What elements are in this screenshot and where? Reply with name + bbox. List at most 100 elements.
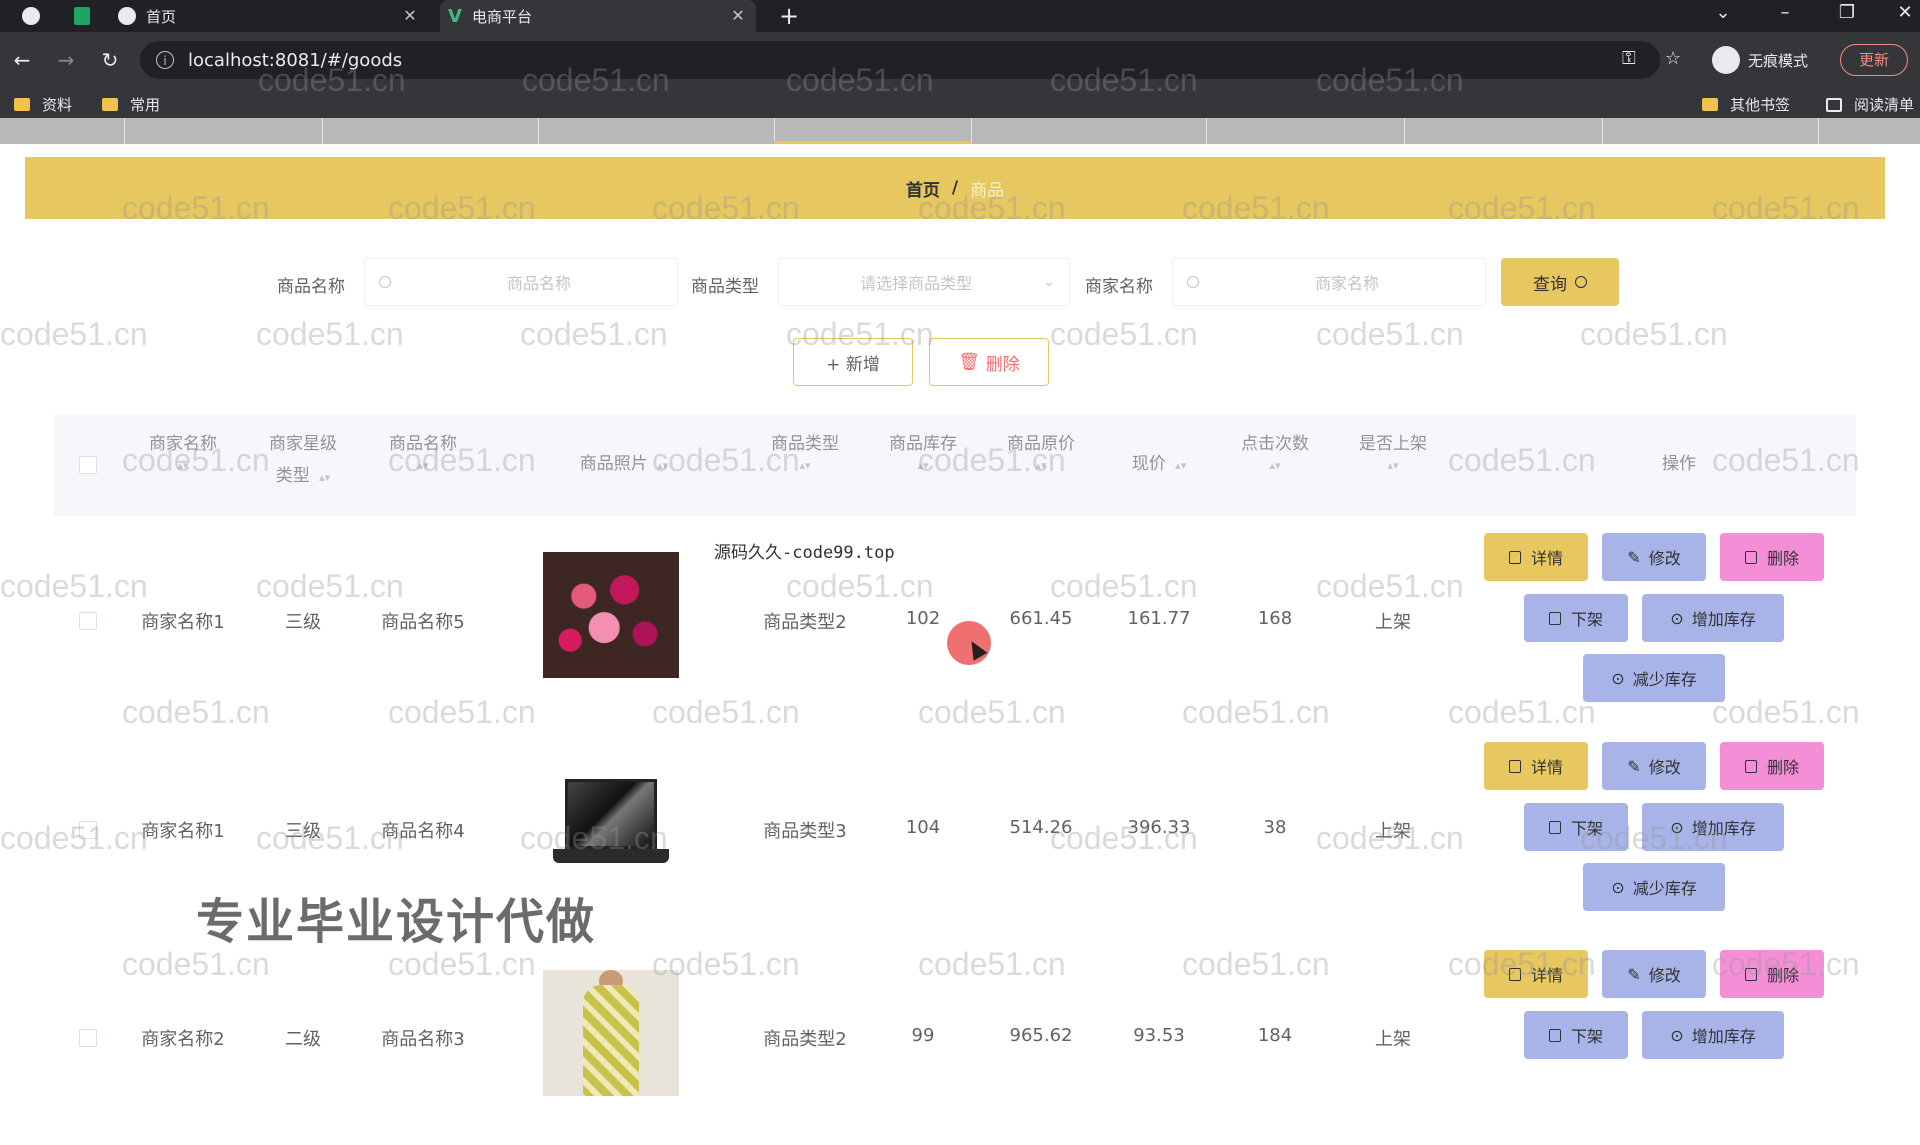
sort-icon[interactable]: ▴▾ [128, 460, 238, 472]
url-input[interactable]: i localhost:8081/#/goods [140, 41, 1660, 79]
original-price-cell: 661.45 [1009, 608, 1073, 629]
new-tab-button[interactable]: + [775, 2, 803, 30]
nav-item[interactable] [1602, 118, 1819, 144]
detail-button[interactable]: 详情 [1484, 742, 1588, 790]
sort-icon[interactable]: ▴▾ [868, 460, 978, 472]
detail-button[interactable]: 详情 [1484, 950, 1588, 998]
search-form: 商品名称 商品名称 商品类型 请选择商品类型 ⌄ 商家名称 商家名称 查询 [0, 258, 1920, 308]
off-shelf-button[interactable]: 下架 [1524, 803, 1628, 851]
detail-button[interactable]: 详情 [1484, 533, 1588, 581]
tab-home[interactable]: 首页 ✕ [118, 0, 428, 32]
search-icon [379, 276, 391, 288]
pencil-icon: ✎ [1627, 964, 1641, 984]
nav-item[interactable] [124, 118, 323, 144]
search-icon [1187, 276, 1199, 288]
restore-icon[interactable]: ❐ [1832, 2, 1862, 23]
col-current-price[interactable]: 现价 ▴▾ [1104, 448, 1214, 482]
bookmark-folder-resources[interactable]: 资料 [14, 94, 72, 115]
back-icon[interactable]: ← [8, 46, 36, 74]
minimize-icon[interactable]: – [1770, 2, 1800, 23]
col-merchant-name[interactable]: 商家名称 ▴▾ [128, 428, 238, 472]
site-info-icon[interactable]: i [156, 51, 174, 69]
close-window-icon[interactable]: ✕ [1890, 2, 1920, 23]
nav-item[interactable] [322, 118, 539, 144]
reduce-stock-button[interactable]: ⊙ 减少库存 [1583, 654, 1725, 702]
delete-button[interactable]: 删除 [1720, 533, 1824, 581]
reduce-stock-button[interactable]: ⊙ 减少库存 [1583, 863, 1725, 911]
sort-icon[interactable]: ▴▾ [1175, 459, 1186, 472]
add-button[interactable]: + 新增 [793, 338, 913, 386]
star-icon[interactable]: ☆ [1665, 48, 1681, 69]
col-on-shelf[interactable]: 是否上架 ▴▾ [1338, 428, 1448, 472]
bookmark-other[interactable]: 其他书签 [1702, 94, 1790, 115]
tab-search-icon[interactable]: ⌄ [1708, 2, 1738, 23]
folder-icon [102, 98, 118, 111]
sort-icon[interactable]: ▴▾ [319, 471, 330, 484]
tab-close-icon[interactable]: ✕ [400, 6, 420, 26]
col-product-type[interactable]: 商品类型 ▴▾ [750, 428, 860, 472]
batch-delete-button[interactable]: 🗑 删除 [929, 338, 1049, 386]
delete-button[interactable]: 删除 [1720, 950, 1824, 998]
add-stock-button[interactable]: ⊙ 增加库存 [1642, 1011, 1784, 1059]
nav-item[interactable] [972, 118, 1207, 144]
update-button[interactable]: 更新 [1840, 44, 1908, 76]
nav-item[interactable] [538, 118, 775, 144]
select-all-checkbox[interactable] [79, 456, 97, 474]
bookmark-label: 资料 [42, 96, 73, 114]
current-price-cell: 161.77 [1127, 608, 1191, 629]
original-price-cell: 965.62 [1009, 1025, 1073, 1046]
col-product-photo[interactable]: 商品照片 ▴▾ [524, 448, 724, 482]
on-shelf-cell: 上架 [1375, 1029, 1411, 1050]
merchant-name-input[interactable]: 商家名称 [1172, 258, 1486, 306]
bookmark-label: 其他书签 [1730, 96, 1791, 114]
tab-ecommerce[interactable]: V 电商平台 ✕ [440, 0, 756, 32]
nav-item[interactable] [1404, 118, 1603, 144]
bookmark-folder-common[interactable]: 常用 [102, 94, 160, 115]
tab-home-bookmark[interactable] [74, 0, 100, 32]
add-stock-button[interactable]: ⊙ 增加库存 [1642, 803, 1784, 851]
reload-icon[interactable]: ↻ [96, 46, 124, 74]
nav-item[interactable] [0, 118, 125, 144]
document-icon [1548, 611, 1561, 625]
edit-button[interactable]: ✎ 修改 [1602, 533, 1706, 581]
browser-menu-icon[interactable] [22, 7, 40, 25]
product-name-input[interactable]: 商品名称 [364, 258, 678, 306]
breadcrumb-home[interactable]: 首页 [906, 176, 940, 201]
sort-icon[interactable]: ▴▾ [1220, 460, 1330, 472]
key-icon[interactable]: ⚿ [1622, 48, 1636, 69]
trash-icon [1744, 967, 1757, 981]
query-button[interactable]: 查询 [1501, 258, 1619, 306]
product-photo-flowers [543, 552, 679, 678]
edit-button[interactable]: ✎ 修改 [1602, 950, 1706, 998]
promo-overlay-text: 专业毕业设计代做 [196, 894, 597, 950]
reading-list[interactable]: 阅读清单 [1826, 94, 1914, 115]
sort-icon[interactable]: ▴▾ [368, 460, 478, 472]
col-product-name[interactable]: 商品名称 ▴▾ [368, 428, 478, 472]
search-icon [1575, 276, 1587, 288]
nav-item-active[interactable] [774, 118, 972, 144]
off-shelf-button[interactable]: 下架 [1524, 594, 1628, 642]
add-stock-button[interactable]: ⊙ 增加库存 [1642, 594, 1784, 642]
watermark: code51.cn [256, 316, 404, 352]
product-photo-laptop [543, 769, 679, 895]
forward-icon[interactable]: → [52, 46, 80, 74]
row-checkbox[interactable] [79, 821, 97, 839]
sort-icon[interactable]: ▴▾ [986, 460, 1096, 472]
product-type-select[interactable]: 请选择商品类型 ⌄ [778, 258, 1070, 306]
sort-icon[interactable]: ▴▾ [1338, 460, 1448, 472]
incognito-profile[interactable]: 无痕模式 [1712, 46, 1808, 74]
col-merchant-level[interactable]: 商家星级 类型 ▴▾ [248, 428, 358, 494]
col-clicks[interactable]: 点击次数 ▴▾ [1220, 428, 1330, 472]
row-checkbox[interactable] [79, 1029, 97, 1047]
nav-item[interactable] [1206, 118, 1405, 144]
sort-icon[interactable]: ▴▾ [657, 459, 668, 472]
add-stock-label: 增加库存 [1691, 610, 1756, 629]
sort-icon[interactable]: ▴▾ [750, 460, 860, 472]
col-original-price[interactable]: 商品原价 ▴▾ [986, 428, 1096, 472]
tab-close-icon[interactable]: ✕ [728, 6, 748, 26]
row-checkbox[interactable] [79, 612, 97, 630]
col-stock[interactable]: 商品库存 ▴▾ [868, 428, 978, 472]
edit-button[interactable]: ✎ 修改 [1602, 742, 1706, 790]
off-shelf-button[interactable]: 下架 [1524, 1011, 1628, 1059]
delete-button[interactable]: 删除 [1720, 742, 1824, 790]
